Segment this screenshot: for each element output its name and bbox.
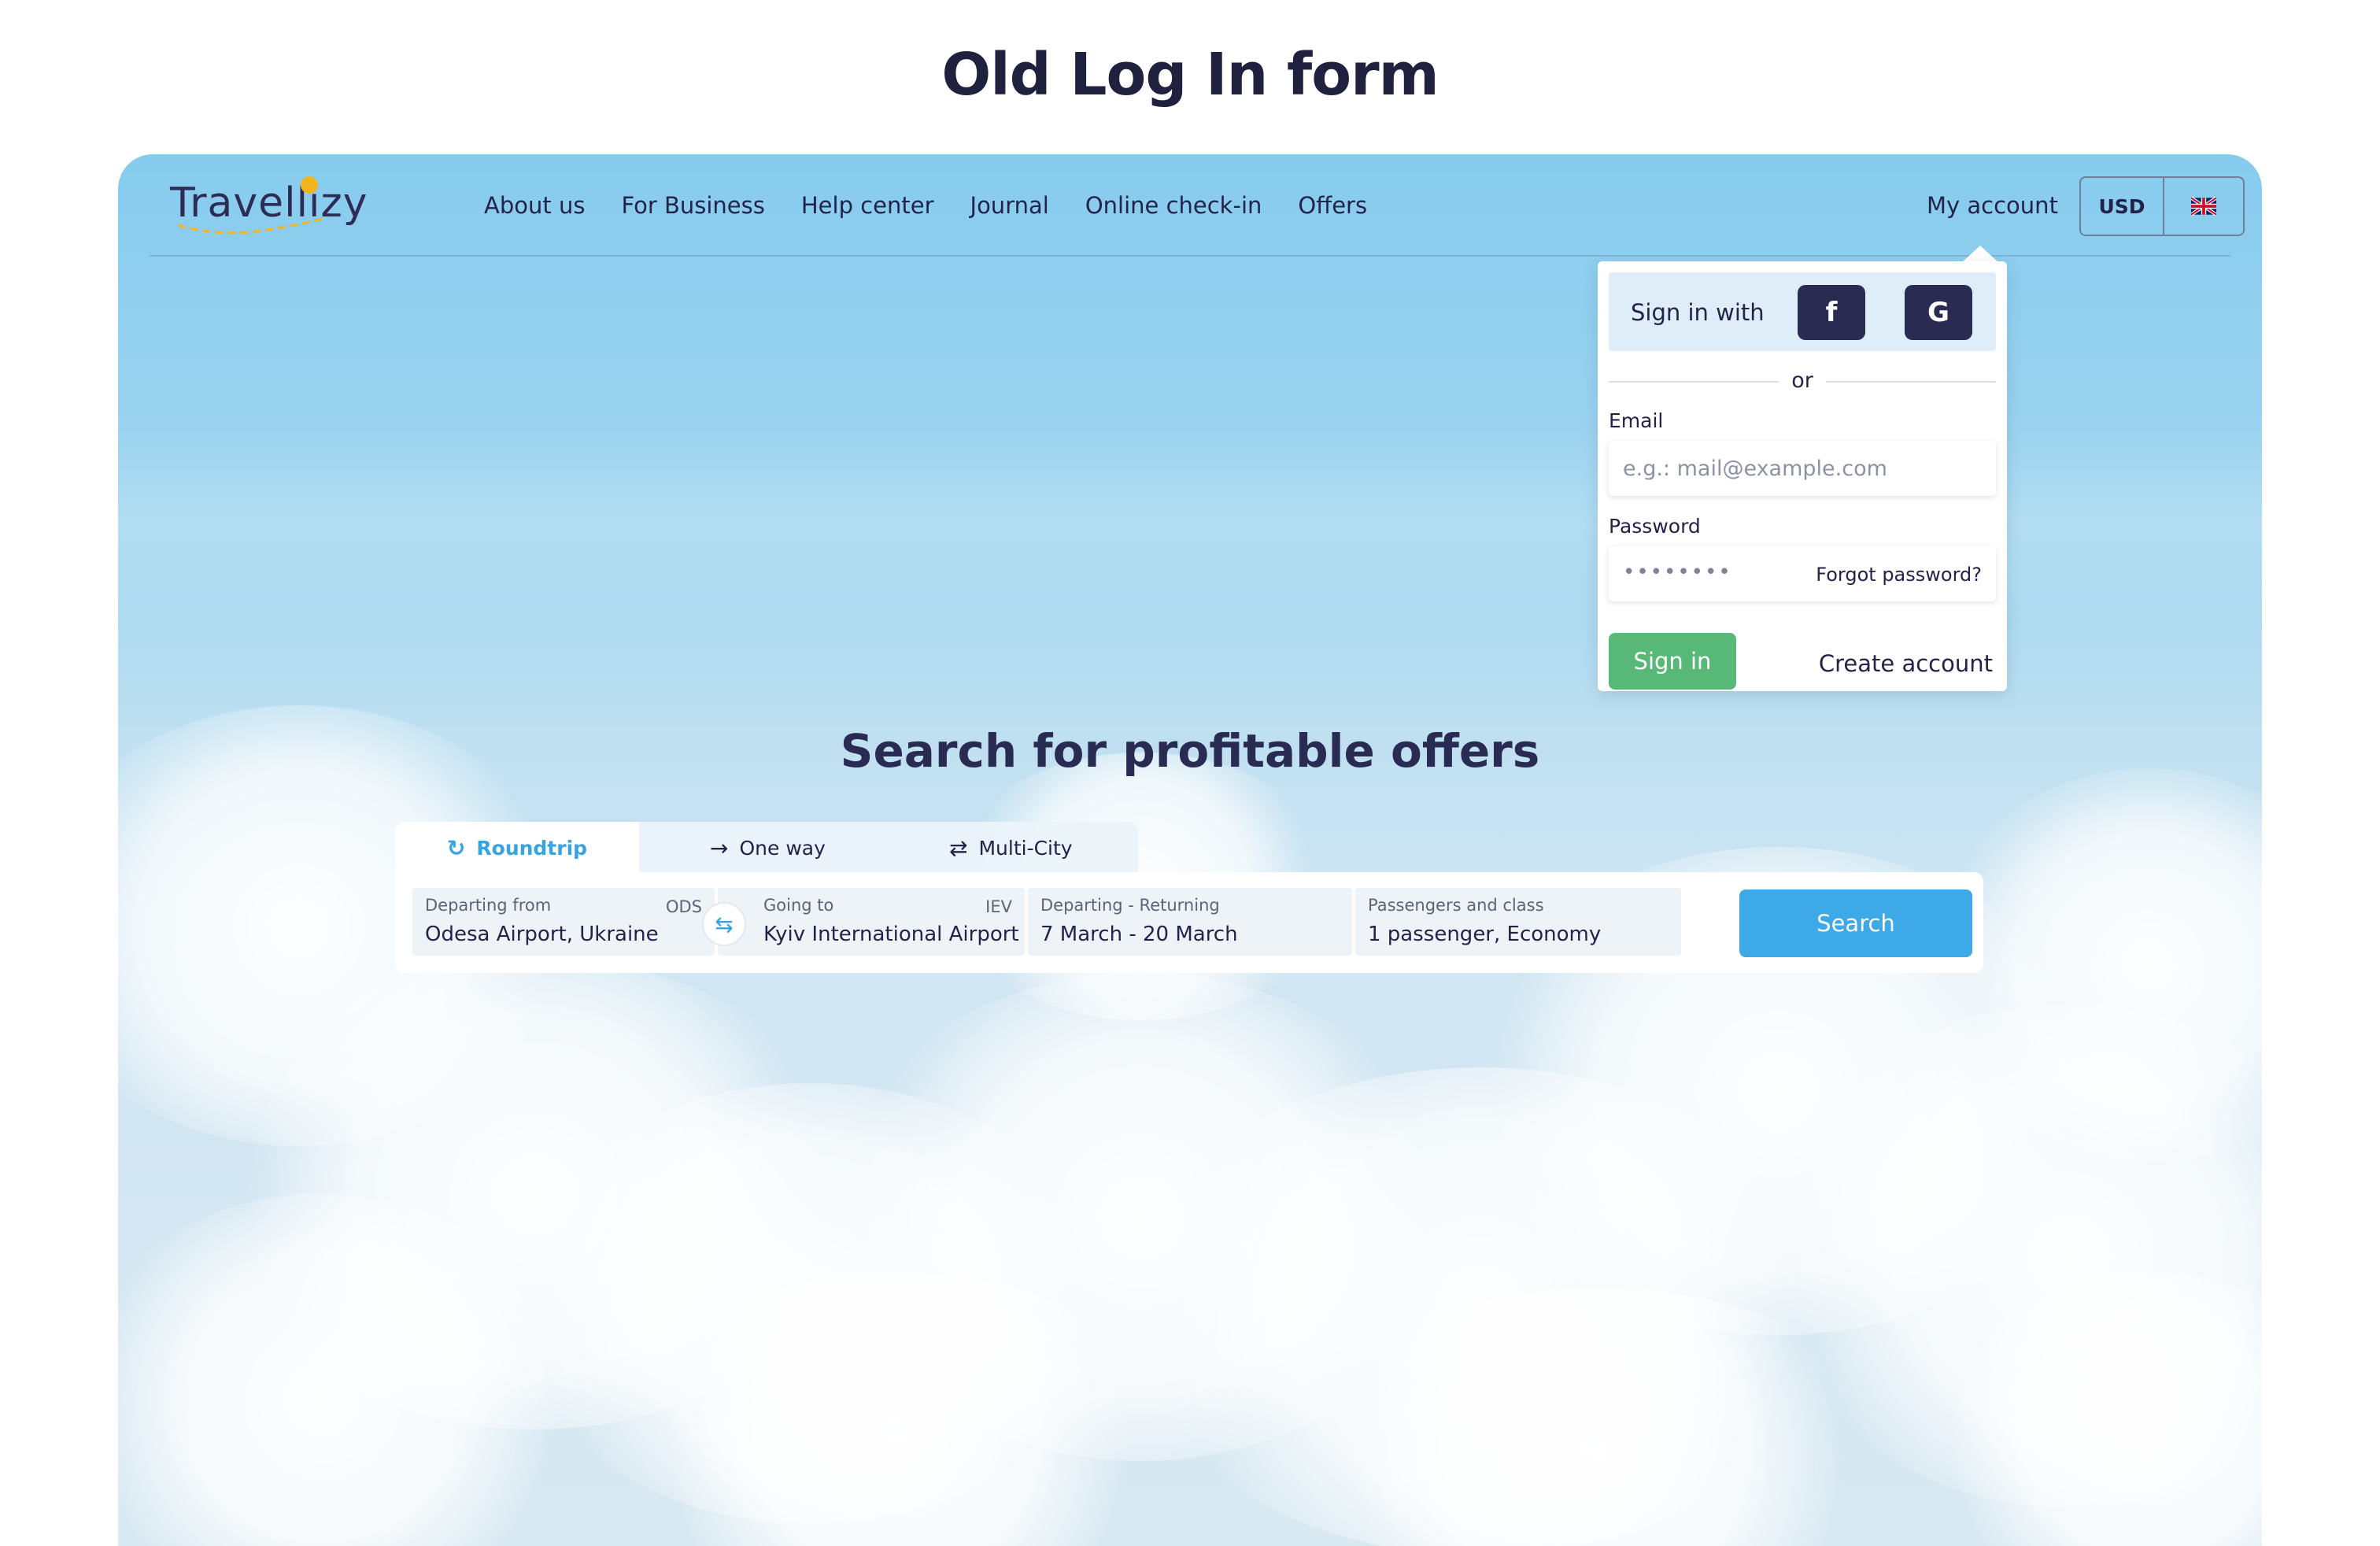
facebook-sign-in-button[interactable]: f: [1798, 285, 1865, 340]
dates-field[interactable]: Departing - Returning 7 March - 20 March: [1028, 888, 1352, 956]
currency-button[interactable]: USD: [2081, 178, 2164, 235]
top-navigation: Travellizy About us For Business Help ce…: [150, 154, 2245, 257]
search-heading: Search for profitable offers: [840, 724, 1540, 778]
google-sign-in-button[interactable]: G: [1905, 285, 1972, 340]
tab-multi-city-label: Multi-City: [978, 836, 1073, 860]
departing-from-code: ODS: [665, 897, 702, 916]
tab-roundtrip-label: Roundtrip: [476, 836, 588, 860]
going-to-field[interactable]: Going to IEV Kyiv International Airport: [718, 888, 1025, 956]
email-placeholder: e.g.: mail@example.com: [1623, 457, 1887, 481]
going-to-label: Going to: [763, 896, 834, 915]
nav-offers[interactable]: Offers: [1298, 192, 1367, 219]
my-account-link[interactable]: My account: [1927, 192, 2058, 219]
roundtrip-icon: ↻: [446, 834, 466, 861]
logo-sun-icon: [301, 176, 318, 194]
main-nav: About us For Business Help center Journa…: [484, 192, 1403, 219]
passengers-label: Passengers and class: [1368, 896, 1544, 915]
tab-one-way-label: One way: [739, 836, 826, 860]
password-mask: ••••••••: [1623, 560, 1732, 584]
going-to-code: IEV: [985, 897, 1012, 916]
sign-in-with-label: Sign in with: [1631, 299, 1765, 326]
dates-label: Departing - Returning: [1040, 896, 1220, 915]
search-button[interactable]: Search: [1739, 890, 1972, 957]
swap-airports-button[interactable]: ⇆: [702, 902, 746, 946]
flight-search-form: Departing from ODS Odesa Airport, Ukrain…: [395, 872, 1983, 973]
login-panel: Sign in with f G or Email e.g.: mail@exa…: [1598, 261, 2007, 691]
forgot-password-link[interactable]: Forgot password?: [1816, 564, 1982, 586]
passengers-field[interactable]: Passengers and class 1 passenger, Econom…: [1355, 888, 1681, 956]
email-label: Email: [1609, 409, 1664, 432]
language-button[interactable]: [2164, 178, 2243, 235]
social-sign-in-bar: Sign in with f G: [1609, 272, 1996, 351]
or-divider: or: [1609, 365, 1996, 397]
tab-multi-city[interactable]: ⇄ Multi-City: [949, 822, 1073, 874]
browser-frame: Travellizy About us For Business Help ce…: [118, 154, 2262, 1546]
swap-icon: ⇆: [715, 911, 734, 938]
email-field[interactable]: e.g.: mail@example.com: [1609, 441, 1996, 496]
swap-arrows-icon: ⇄: [949, 834, 968, 861]
departing-from-label: Departing from: [425, 896, 552, 915]
tab-roundtrip[interactable]: ↻ Roundtrip: [395, 822, 639, 874]
departing-from-value: Odesa Airport, Ukraine: [425, 923, 659, 946]
nav-online-check-in[interactable]: Online check-in: [1085, 192, 1262, 219]
google-icon: G: [1927, 297, 1949, 328]
going-to-value: Kyiv International Airport: [763, 923, 1019, 946]
divider-line-right: [1826, 381, 1996, 383]
passengers-value: 1 passenger, Economy: [1368, 923, 1602, 946]
dropdown-caret: [1961, 246, 1999, 263]
facebook-icon: f: [1825, 297, 1838, 328]
create-account-link[interactable]: Create account: [1819, 650, 1993, 677]
arrow-right-icon: →: [710, 834, 729, 861]
departing-from-field[interactable]: Departing from ODS Odesa Airport, Ukrain…: [412, 888, 715, 956]
nav-about-us[interactable]: About us: [484, 192, 585, 219]
sign-in-button[interactable]: Sign in: [1609, 633, 1736, 690]
nav-help-center[interactable]: Help center: [801, 192, 934, 219]
login-dropdown: Sign in with f G or Email e.g.: mail@exa…: [1598, 246, 2007, 691]
password-field[interactable]: •••••••• Forgot password?: [1609, 546, 1996, 601]
nav-for-business[interactable]: For Business: [621, 192, 764, 219]
currency-language-selector: USD: [2079, 176, 2245, 236]
nav-journal[interactable]: Journal: [970, 192, 1049, 219]
dates-value: 7 March - 20 March: [1040, 923, 1238, 946]
tab-one-way[interactable]: → One way: [710, 822, 826, 874]
uk-flag-icon: [2191, 197, 2216, 216]
logo-swoosh-icon: [177, 216, 328, 235]
trip-type-tabs: ↻ Roundtrip → One way ⇄ Multi-City: [395, 822, 1138, 874]
travellizy-logo[interactable]: Travellizy: [170, 176, 368, 241]
page-title: Old Log In form: [941, 41, 1439, 109]
password-label: Password: [1609, 515, 1701, 538]
